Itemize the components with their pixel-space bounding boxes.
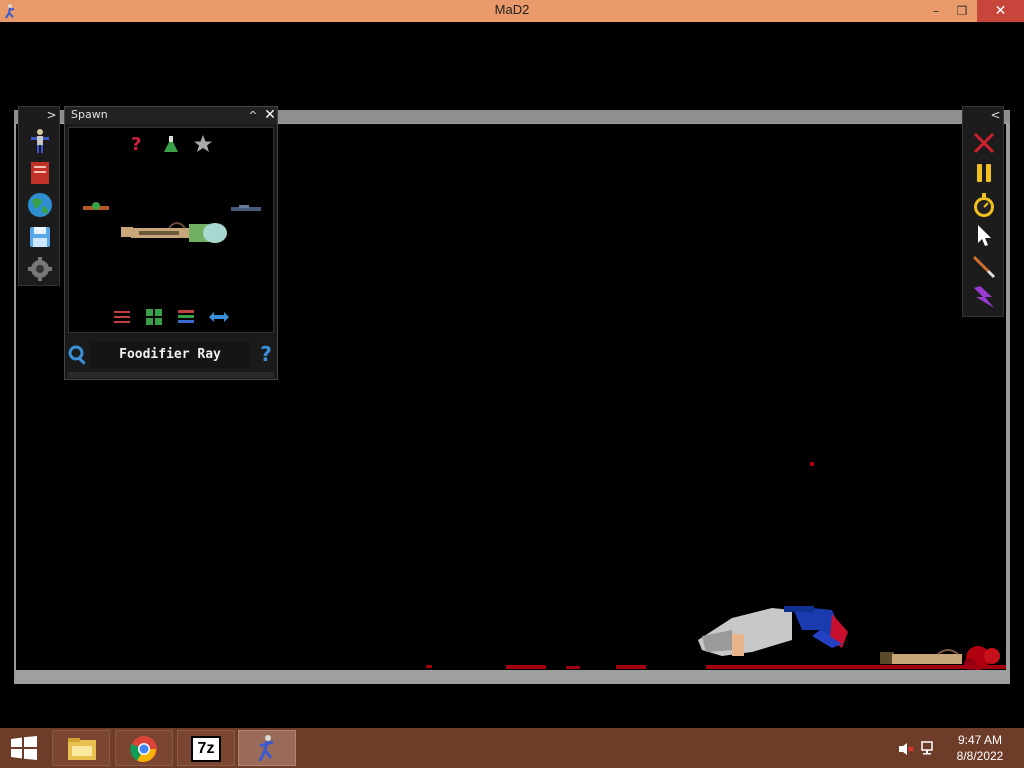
spawn-panel-title: Spawn	[71, 108, 108, 121]
spawn-panel-header[interactable]: Spawn ^ ✕	[65, 107, 277, 124]
ragdoll-body[interactable]	[692, 600, 862, 670]
flask-icon[interactable]	[163, 134, 179, 154]
taskbar-7zip[interactable]: 7z	[177, 730, 235, 766]
clock-date[interactable]: 8/8/2022	[950, 749, 1010, 763]
stopwatch-icon[interactable]	[970, 191, 998, 219]
right-toolbar: <	[962, 106, 1004, 317]
close-button[interactable]: ✕	[977, 0, 1024, 22]
window-title: MaD2	[494, 2, 530, 17]
taskbar: 7z 9:47 AM 8/8/2022	[0, 728, 1024, 768]
lightning-icon[interactable]	[970, 283, 998, 311]
game-area: > Spawn ^ ✕ ? Foodifier Ray ? <	[0, 22, 1024, 728]
book-icon[interactable]	[26, 159, 54, 187]
restore-button[interactable]: ❐	[948, 0, 976, 22]
floor	[16, 670, 1010, 684]
clear-icon[interactable]	[970, 129, 998, 157]
help-icon[interactable]: ?	[129, 134, 145, 154]
taskbar-chrome[interactable]	[115, 730, 173, 766]
spawn-panel: Spawn ^ ✕ ? Foodifier Ray ?	[64, 106, 278, 380]
svg-text:?: ?	[131, 134, 141, 154]
title-bar: MaD2 – ❐ ✕	[0, 0, 1024, 22]
folder-icon	[68, 738, 96, 760]
mad2-ragdoll-icon	[258, 735, 274, 762]
network-icon[interactable]	[920, 740, 938, 756]
left-toolbar-collapse-button[interactable]: >	[43, 107, 60, 123]
ragdoll-icon[interactable]	[26, 127, 54, 155]
grid-icon[interactable]	[145, 308, 163, 326]
globe-icon[interactable]	[26, 191, 54, 219]
foodifier-ray-preview[interactable]	[119, 216, 229, 246]
clock-time[interactable]: 9:47 AM	[950, 733, 1010, 747]
item-help-icon[interactable]: ?	[257, 342, 275, 366]
blood-drop	[810, 462, 814, 466]
spawn-search-row: Foodifier Ray ?	[65, 339, 277, 369]
knife-icon[interactable]	[970, 251, 998, 279]
spawn-panel-footer	[68, 372, 274, 378]
taskbar-mad2[interactable]	[238, 730, 296, 766]
star-icon[interactable]	[193, 134, 213, 154]
spawn-close-button[interactable]: ✕	[262, 107, 278, 124]
chrome-icon	[130, 736, 157, 762]
spawn-preview: ?	[68, 127, 274, 333]
pause-icon[interactable]	[970, 159, 998, 187]
minimize-button[interactable]: –	[922, 0, 950, 22]
list-icon[interactable]	[177, 308, 195, 326]
small-weapon-left[interactable]	[81, 200, 111, 216]
save-icon[interactable]	[26, 223, 54, 251]
cursor-icon[interactable]	[970, 221, 998, 249]
7zip-icon: 7z	[191, 736, 221, 762]
windows-start-icon[interactable]	[10, 736, 38, 760]
spawn-minimize-button[interactable]: ^	[245, 107, 261, 124]
sliders-icon[interactable]	[113, 308, 131, 326]
left-toolbar: >	[18, 106, 60, 286]
taskbar-file-explorer[interactable]	[52, 730, 110, 766]
selected-item-name[interactable]: Foodifier Ray	[90, 342, 250, 368]
search-icon[interactable]	[67, 344, 89, 366]
flip-icon[interactable]	[207, 310, 231, 324]
volume-muted-icon[interactable]	[898, 742, 914, 756]
gear-icon[interactable]	[26, 255, 54, 283]
small-weapon-right[interactable]	[229, 204, 263, 214]
right-toolbar-collapse-button[interactable]: <	[987, 107, 1004, 123]
